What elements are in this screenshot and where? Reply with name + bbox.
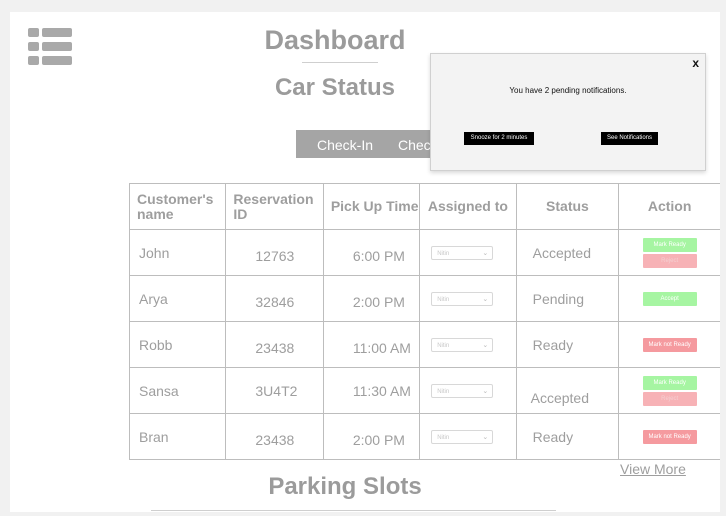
customer-name: Sansa [139,382,179,399]
pickup-time: 11:00 AM [352,339,411,356]
mark-not-ready-button[interactable]: Mark not Ready [642,429,697,444]
page-title: Dashboard [264,25,406,55]
customer-name: Bran [139,428,169,445]
mark-ready-button[interactable]: Mark Ready [642,375,697,390]
section-divider [151,510,556,511]
reservation-id: 23438 [255,339,295,356]
snooze-button[interactable]: Snooze for 2 minutes [464,132,534,145]
column-header: Pick Up Time [322,183,421,230]
car-status-table: Customer's name Reservation ID Pick Up T… [128,183,720,460]
tab-check-in[interactable]: Check-In [296,130,394,158]
customer-name: John [139,244,170,261]
reservation-id: 32846 [255,293,295,310]
status-text: Pending [532,290,584,307]
title-divider [302,62,378,63]
chevron-down-icon: ⌄ [482,341,489,349]
status-text: Accepted [532,244,591,261]
notification-message: You have 2 pending notifications. [509,86,627,95]
reservation-id: 3U4T2 [255,382,298,399]
parking-slots-title: Parking Slots [268,473,422,500]
reject-button[interactable]: Reject [642,391,697,406]
assignee-dropdown[interactable]: Nitin ⌄ [431,429,494,444]
table-header-row: Customer's name Reservation ID Pick Up T… [128,183,720,230]
chevron-down-icon: ⌄ [482,249,489,257]
column-header: Action [618,183,720,230]
status-text: Ready [532,428,574,445]
reject-button[interactable]: Reject [642,253,697,268]
status-text: Ready [532,336,574,353]
pickup-time: 2:00 PM [352,431,405,448]
pickup-time: 2:00 PM [352,293,405,310]
chevron-down-icon: ⌄ [482,387,489,395]
column-header: Assigned to [419,183,517,230]
reservation-id: 23438 [255,431,295,448]
accept-button[interactable]: Accept [642,291,697,306]
see-notifications-button[interactable]: See Notifications [601,132,658,145]
pickup-time: 11:30 AM [352,382,411,399]
customer-name: Arya [139,290,168,307]
assignee-dropdown[interactable]: Nitin ⌄ [431,245,494,260]
table-row: Bran 23438 2:00 PM Nitin ⌄ Ready Mark not… [128,413,720,460]
chevron-down-icon: ⌄ [482,295,489,303]
mark-not-ready-button[interactable]: Mark not Ready [642,337,697,352]
mark-ready-button[interactable]: Mark Ready [642,237,697,252]
reservation-id: 12763 [255,247,295,264]
notification-popup: x You have 2 pending notifications. Snoo… [430,53,706,171]
close-icon[interactable]: x [692,56,699,70]
column-header: Reservation ID [225,183,324,230]
column-header: Status [515,183,620,230]
assignee-dropdown[interactable]: Nitin ⌄ [431,383,494,398]
chevron-down-icon: ⌄ [482,433,489,441]
table-row: Robb 23438 11:00 AM Nitin ⌄ Ready Mark no… [128,321,720,368]
status-text: Accepted [530,389,589,406]
column-header: Customer's name [128,183,227,230]
table-row: John 12763 6:00 PM Nitin ⌄ Accepted Mark … [128,229,720,276]
assignee-dropdown[interactable]: Nitin ⌄ [431,337,494,352]
customer-name: Robb [139,336,173,353]
pickup-time: 6:00 PM [352,247,405,264]
table-row: Sansa 3U4T2 11:30 AM Nitin ⌄ Accepted Mar… [128,367,720,414]
assignee-dropdown[interactable]: Nitin ⌄ [431,291,494,306]
table-row: Arya 32846 2:00 PM Nitin ⌄ Pending Accept [128,275,720,322]
